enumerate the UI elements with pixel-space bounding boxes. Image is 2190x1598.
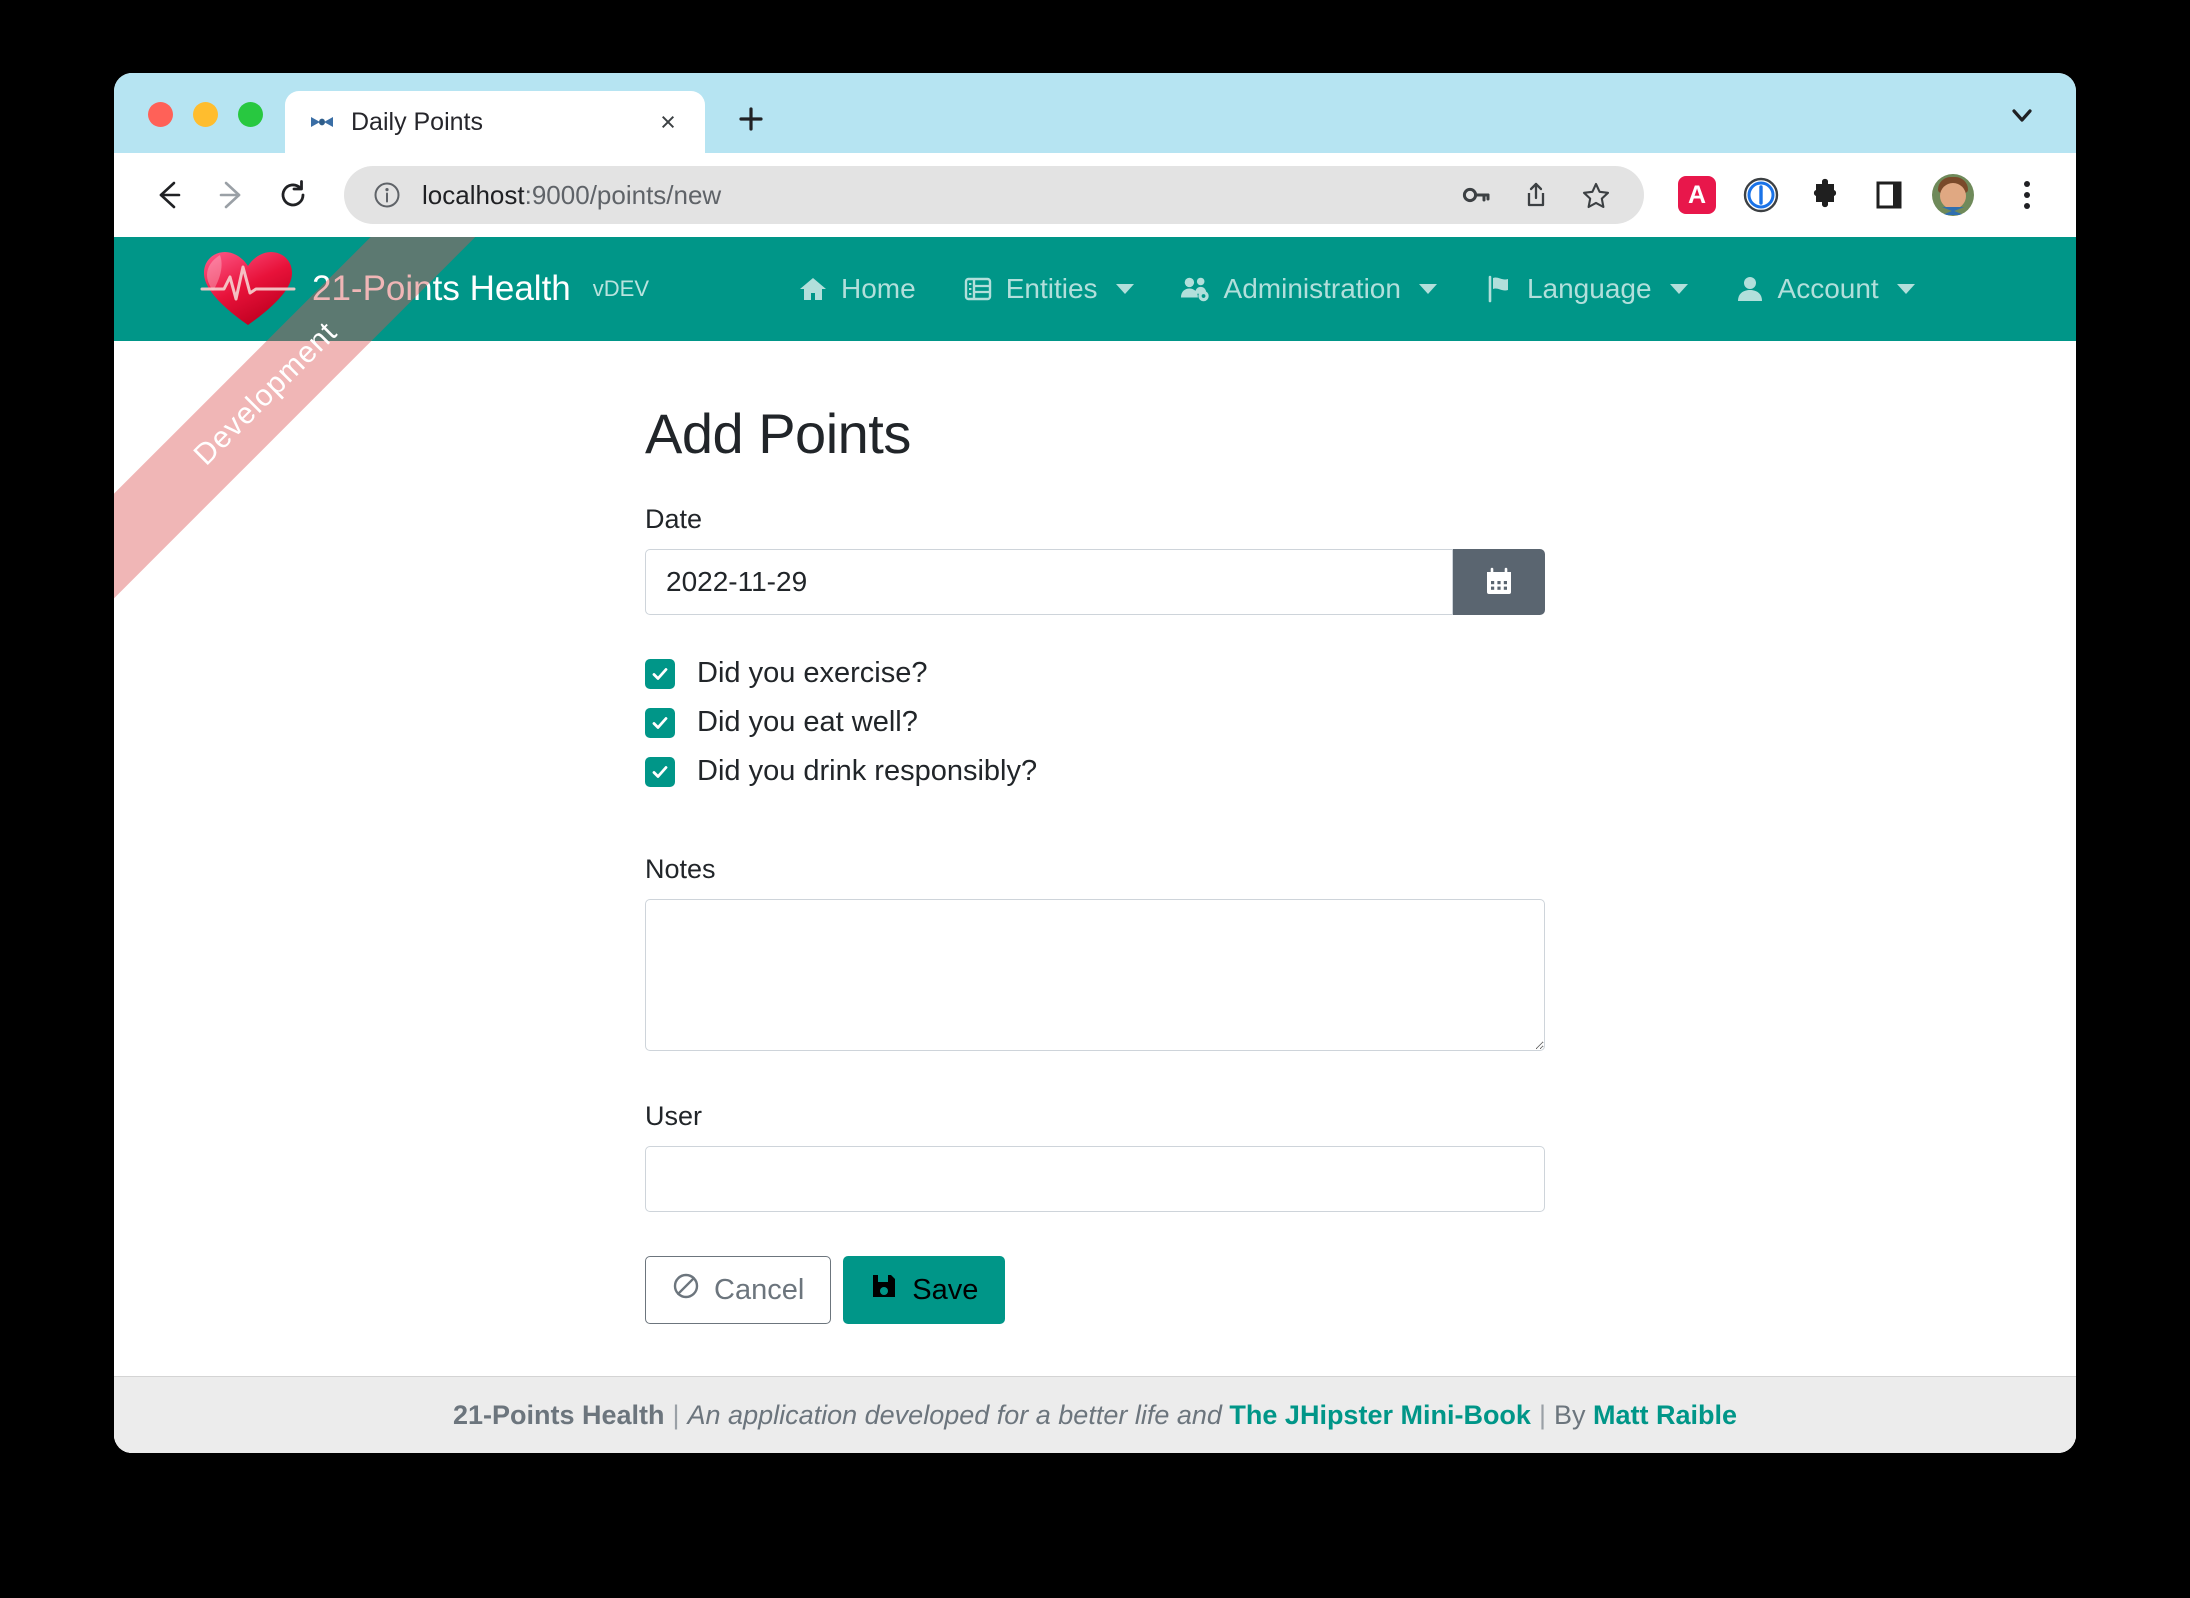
points-form: Add Points Date 2022-11-29 Did you exerc… xyxy=(645,341,1545,1324)
nav-item-label: Home xyxy=(841,273,916,304)
date-input[interactable] xyxy=(645,549,1453,615)
cancel-button[interactable]: Cancel xyxy=(645,1256,832,1324)
ext-a-badge: A xyxy=(1678,176,1716,214)
star-icon[interactable] xyxy=(1574,173,1618,217)
close-tab-button[interactable]: × xyxy=(653,107,683,137)
avatar-bowtie xyxy=(1942,207,1964,215)
back-button[interactable] xyxy=(140,166,198,224)
floppy-disk-icon xyxy=(870,1272,898,1308)
browser-window: Daily Points × localhost:9000/points/new… xyxy=(114,73,2076,1453)
nav-item-account[interactable]: Account xyxy=(1734,273,1915,305)
flag-icon xyxy=(1483,273,1515,305)
app-navbar: 21-Points Health vDEV Home Entities Admi… xyxy=(114,237,2076,341)
jhipster-bowtie-icon xyxy=(309,109,335,135)
kebab-menu-icon[interactable] xyxy=(2004,170,2050,220)
omnibox-actions xyxy=(1454,173,1634,217)
checkbox-label: Did you exercise? xyxy=(697,657,928,689)
checkbox-exercise[interactable] xyxy=(645,658,675,689)
close-window-button[interactable] xyxy=(148,102,173,127)
footer-tagline: An application developed for a better li… xyxy=(687,1399,1222,1430)
chevron-down-icon[interactable] xyxy=(1994,87,2050,143)
page-footer: 21-Points Health | An application develo… xyxy=(114,1376,2076,1453)
notes-textarea[interactable] xyxy=(645,899,1545,1051)
save-button[interactable]: Save xyxy=(843,1256,1006,1324)
checkbox-label: Did you eat well? xyxy=(697,706,918,738)
side-panel-icon[interactable] xyxy=(1868,174,1910,216)
checkbox-row-eat-well[interactable]: Did you eat well? xyxy=(645,706,1545,739)
address-bar[interactable]: localhost:9000/points/new xyxy=(344,166,1644,224)
user-label: User xyxy=(645,1101,703,1131)
navbar-items: Home Entities Administration Language Ac… xyxy=(797,273,2042,305)
chevron-down-icon xyxy=(1115,284,1134,294)
users-cog-icon xyxy=(1180,273,1212,305)
brand-name: 21-Points Health xyxy=(312,269,571,308)
checkbox-drink-responsibly[interactable] xyxy=(645,756,675,787)
nav-item-entities[interactable]: Entities xyxy=(962,273,1134,305)
url-text: localhost:9000/points/new xyxy=(422,180,1454,211)
notes-label: Notes xyxy=(645,854,716,884)
table-list-icon xyxy=(962,273,994,305)
ext-a-icon[interactable]: A xyxy=(1676,174,1718,216)
home-icon xyxy=(797,273,829,305)
new-tab-button[interactable] xyxy=(723,91,779,147)
minimize-window-button[interactable] xyxy=(193,102,218,127)
footer-brand: 21-Points Health xyxy=(452,1399,665,1430)
browser-tab[interactable]: Daily Points × xyxy=(285,91,705,153)
url-host: localhost xyxy=(422,179,525,210)
nav-item-label: Language xyxy=(1526,273,1652,304)
chevron-down-icon xyxy=(1669,284,1688,294)
chevron-down-icon xyxy=(1418,284,1437,294)
footer-by: By xyxy=(1553,1399,1586,1430)
nav-item-label: Entities xyxy=(1005,273,1098,304)
page-title: Add Points xyxy=(645,402,911,465)
brand[interactable]: 21-Points Health vDEV xyxy=(114,247,649,331)
chevron-down-icon xyxy=(1896,284,1915,294)
footer-separator-2: | xyxy=(1538,1399,1546,1430)
heart-ecg-logo-icon xyxy=(198,247,298,331)
tab-strip: Daily Points × xyxy=(114,73,2076,153)
nav-item-label: Administration xyxy=(1223,273,1401,304)
avatar-face xyxy=(1940,182,1966,209)
checkbox-label: Did you drink responsibly? xyxy=(697,755,1038,787)
window-controls xyxy=(114,102,285,153)
brand-version: vDEV xyxy=(592,276,650,301)
browser-toolbar: localhost:9000/points/new A xyxy=(114,153,2076,237)
tab-title: Daily Points xyxy=(351,107,483,136)
info-circle-icon[interactable] xyxy=(370,178,404,212)
page-viewport: 21-Points Health vDEV Home Entities Admi… xyxy=(114,237,2076,1453)
footer-book-link[interactable]: The JHipster Mini-Book xyxy=(1229,1400,1531,1431)
checkbox-row-exercise[interactable]: Did you exercise? xyxy=(645,657,1545,690)
page-content: Add Points Date 2022-11-29 Did you exerc… xyxy=(114,341,2076,1453)
nav-item-administration[interactable]: Administration xyxy=(1180,273,1437,305)
nav-item-home[interactable]: Home xyxy=(797,273,916,305)
user-input[interactable] xyxy=(645,1146,1545,1212)
1password-icon[interactable] xyxy=(1740,174,1782,216)
maximize-window-button[interactable] xyxy=(238,102,263,127)
footer-separator: | xyxy=(672,1399,680,1430)
forward-button[interactable] xyxy=(202,166,260,224)
nav-item-language[interactable]: Language xyxy=(1483,273,1688,305)
key-icon[interactable] xyxy=(1454,173,1498,217)
url-path: :9000/points/new xyxy=(524,179,722,210)
footer-author-link[interactable]: Matt Raible xyxy=(1593,1400,1737,1431)
extensions-puzzle-icon[interactable] xyxy=(1804,174,1846,216)
checkbox-eat-well[interactable] xyxy=(645,707,675,738)
extension-icons: A xyxy=(1662,170,2050,220)
avatar[interactable] xyxy=(1932,174,1974,216)
date-input-group xyxy=(645,549,1545,615)
nav-item-label: Account xyxy=(1777,273,1879,304)
reload-button[interactable] xyxy=(264,166,322,224)
cancel-button-label: Cancel xyxy=(714,1273,805,1306)
save-button-label: Save xyxy=(912,1273,979,1306)
user-icon xyxy=(1734,273,1766,305)
form-actions: Cancel Save xyxy=(645,1256,1545,1324)
calendar-icon[interactable] xyxy=(1453,549,1545,615)
ban-icon xyxy=(672,1272,700,1308)
date-label: Date xyxy=(645,504,703,534)
share-icon[interactable] xyxy=(1514,173,1558,217)
checkbox-row-drink-responsibly[interactable]: Did you drink responsibly? xyxy=(645,755,1545,788)
